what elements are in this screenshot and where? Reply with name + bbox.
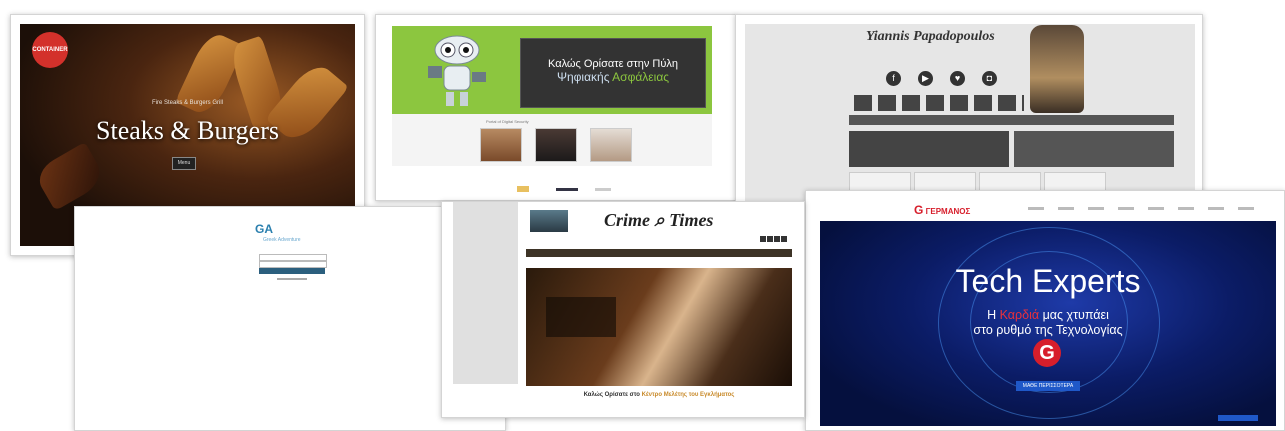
welcome-highlight: Κέντρο Μελέτης του Εγκλήματος (641, 392, 735, 398)
password-field[interactable] (259, 261, 327, 268)
site-header (816, 191, 1276, 221)
chat-button[interactable] (1218, 415, 1258, 421)
welcome-part: Καλώς Ορίσατε στο (583, 392, 642, 398)
tagline: Fire Steaks & Burgers Grill (151, 100, 224, 106)
guitarist-photo (1030, 25, 1084, 113)
instagram-icon[interactable]: ◘ (982, 71, 997, 86)
security-portal-screenshot[interactable]: Καλώς Ορίσατε στην Πύλη Ψηφιακής Ασφάλει… (375, 14, 737, 201)
hero-banner: Tech Experts Η Καρδιά μας χτυπάει στο ρυθ… (820, 221, 1276, 426)
brand-name: Greek Adventure (263, 237, 301, 243)
side-gutter (453, 202, 518, 384)
forgot-link[interactable] (277, 278, 307, 280)
logo-word: Times (669, 210, 714, 230)
subtitle-part: Η (987, 308, 1000, 322)
subtitle-part: μας χτυπάει (1039, 308, 1109, 322)
learn-more-button[interactable]: ΜΑΘΕ ΠΕΡΙΣΣΟΤΕΡΑ (1016, 381, 1080, 391)
welcome-text: Καλώς Ορίσατε στο Κέντρο Μελέτης του Εγκ… (526, 392, 792, 398)
hero-title: Tech Experts (955, 263, 1141, 299)
login-panel[interactable] (1014, 131, 1174, 167)
crime-times-logo: Crime ⌕ Times (604, 210, 713, 231)
welcome-line-2b: Ασφάλειας (612, 70, 670, 84)
subtitle-highlight: Καρδιά (999, 308, 1040, 322)
footer-logo (595, 188, 611, 191)
artist-name: Yiannis Papadopoulos (866, 29, 995, 44)
hero-title: Steaks & Burgers (96, 116, 279, 145)
heart-icon[interactable]: ♥ (950, 71, 965, 86)
thumbnail-link[interactable] (590, 128, 632, 162)
main-menu[interactable] (526, 249, 792, 257)
brand-name: ΓΕΡΜΑΝΟΣ (925, 207, 971, 216)
logo-word: Crime (604, 210, 651, 230)
featured-caption-box (546, 297, 616, 337)
site-logo (530, 210, 568, 232)
g-logo-icon: G (1033, 339, 1061, 367)
strip-caption: Portal of Digital Security (486, 119, 529, 124)
header-menu[interactable] (1028, 207, 1258, 210)
thumbnail-link[interactable] (535, 128, 577, 162)
username-field[interactable] (259, 254, 327, 261)
news-panel (849, 131, 1009, 167)
tech-experts-screenshot[interactable]: G ΓΕΡΜΑΝΟΣ Tech Experts Η Καρδιά μας χτυ… (805, 190, 1285, 431)
youtube-icon[interactable]: ▶ (918, 71, 933, 86)
footer-logo (556, 188, 578, 191)
thumbnail-link[interactable] (480, 128, 522, 162)
login-button[interactable] (259, 268, 325, 274)
welcome-box: Καλώς Ορίσατε στην Πύλη Ψηφιακής Ασφάλει… (520, 38, 706, 108)
welcome-line-1: Καλώς Ορίσατε στην Πύλη (548, 58, 678, 70)
footer-logo (517, 186, 529, 192)
robot-icon (428, 35, 486, 106)
guitarist-site-screenshot[interactable]: Yiannis Papadopoulos f ▶ ♥ ◘ (735, 14, 1203, 204)
crime-times-screenshot[interactable]: Crime ⌕ Times Καλώς Ορίσατε στο Κέντρο Μ… (441, 201, 805, 418)
magnifier-icon: ⌕ (654, 210, 665, 230)
welcome-line-2a: Ψηφιακής (556, 70, 613, 84)
steak-piece (32, 142, 108, 211)
ga-logo: GA (255, 222, 273, 236)
brand-badge: CONTAINER (32, 32, 68, 68)
germanos-logo: G ΓΕΡΜΑΝΟΣ (914, 203, 971, 217)
menu-button[interactable]: Menu (172, 157, 196, 170)
sponsor-logos (854, 95, 1024, 111)
hero-subtitle: Η Καρδιά μας χτυπάει στο ρυθμό της Τεχνολ… (820, 308, 1276, 338)
facebook-icon[interactable]: f (886, 71, 901, 86)
navigation-bar[interactable] (849, 115, 1174, 125)
subtitle-line-2: στο ρυθμό της Τεχνολογίας (973, 323, 1123, 337)
social-icons[interactable] (760, 236, 788, 242)
green-banner: Καλώς Ορίσατε στην Πύλη Ψηφιακής Ασφάλει… (392, 26, 712, 114)
